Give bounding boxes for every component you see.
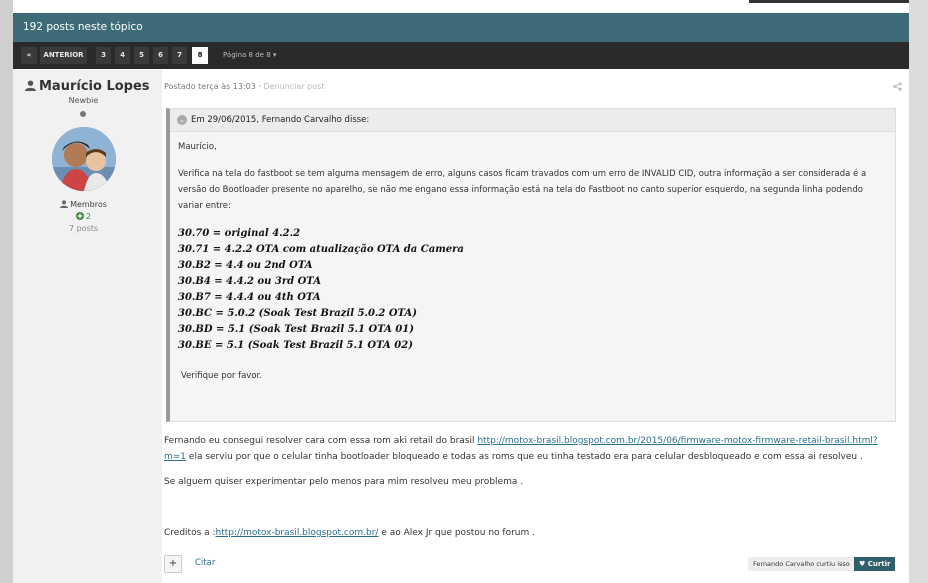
- quote-post-button[interactable]: Citar: [195, 558, 215, 568]
- post-meta: Postado terça às 13:03 · Denunciar post: [164, 82, 324, 91]
- first-page-button[interactable]: «: [21, 47, 37, 64]
- avatar[interactable]: [52, 127, 116, 191]
- version-line: 30.B2 = 4.4 ou 2nd OTA: [178, 260, 313, 271]
- quote-citation: Em 29/06/2015, Fernando Carvalho disse:: [191, 115, 370, 125]
- right-gutter: [909, 0, 928, 583]
- author-sidebar: Maurício Lopes Newbie Membros 2 7 posts: [13, 70, 162, 583]
- version-line: 30.B4 = 4.4.2 ou 3rd OTA: [178, 276, 321, 287]
- page-5-button[interactable]: 5: [134, 47, 149, 64]
- author-name[interactable]: Maurício Lopes: [25, 79, 150, 94]
- post-text: Fernando eu consegui resolver cara com e…: [164, 436, 478, 446]
- post-paragraph-2: Se alguem quiser experimentar pelo menos…: [164, 477, 524, 487]
- page-6-button[interactable]: 6: [153, 47, 168, 64]
- page-7-button[interactable]: 7: [172, 47, 187, 64]
- quote-closing: Verifique por favor.: [181, 371, 262, 381]
- offline-status-icon: [80, 111, 86, 117]
- post-paragraph-3: Creditos a :http://motox-brasil.blogspot…: [164, 525, 894, 541]
- version-line: 30.BC = 5.0.2 (Soak Test Brazil 5.0.2 OT…: [178, 308, 417, 319]
- reputation-badge: 2: [13, 212, 154, 221]
- version-line: 30.BD = 5.1 (Soak Test Brazil 5.1 OTA 01…: [178, 324, 414, 335]
- member-group-label: Membros: [70, 200, 107, 209]
- user-icon: [60, 200, 69, 208]
- like-button[interactable]: ♥ Curtir: [854, 557, 896, 571]
- pagination-bar: « ANTERIOR 3 4 5 6 7 8 Página 8 de 8 ▾: [13, 42, 909, 69]
- topic-posts-count: 192 posts neste tópico: [13, 13, 909, 42]
- report-post-link[interactable]: Denunciar post: [263, 82, 324, 91]
- page-4-button[interactable]: 4: [115, 47, 130, 64]
- page-jump-dropdown[interactable]: Página 8 de 8 ▾: [223, 47, 276, 64]
- top-nav-bar: [749, 0, 909, 3]
- post-text: ela serviu por que o celular tinha bootl…: [186, 452, 863, 462]
- avatar-photo: [52, 127, 116, 191]
- version-line: 30.70 = original 4.2.2: [178, 228, 301, 239]
- collapse-toggle-icon[interactable]: ⌄: [177, 114, 187, 125]
- version-line: 30.71 = 4.2.2 OTA com atualização OTA da…: [178, 244, 464, 255]
- credits-link[interactable]: http://motox-brasil.blogspot.com.br/: [216, 528, 379, 538]
- liked-by-text[interactable]: Fernando Carvalho curtiu isso: [748, 557, 855, 571]
- author-post-count: 7 posts: [68, 224, 99, 233]
- post-paragraph-1: Fernando eu consegui resolver cara com e…: [164, 433, 894, 465]
- page-8-button[interactable]: 8: [192, 47, 208, 64]
- reputation-count: 2: [85, 212, 92, 221]
- share-icon[interactable]: [893, 82, 902, 94]
- plus-circle-icon: [75, 212, 84, 220]
- topic-page: 192 posts neste tópico « ANTERIOR 3 4 5 …: [13, 0, 909, 583]
- member-group: Membros: [13, 200, 154, 209]
- author-rank: Newbie: [68, 96, 99, 105]
- user-icon: [25, 80, 36, 91]
- bootloader-version-list: 30.70 = original 4.2.2 30.71 = 4.2.2 OTA…: [178, 226, 890, 354]
- post-text: e ao Alex Jr que postou no forum .: [378, 528, 535, 538]
- quote-header: ⌄ Em 29/06/2015, Fernando Carvalho disse:: [170, 109, 895, 132]
- previous-page-button[interactable]: ANTERIOR: [40, 47, 87, 64]
- author-name-text: Maurício Lopes: [39, 79, 150, 94]
- multiquote-add-button[interactable]: +: [164, 555, 182, 573]
- post-date: Postado terça às 13:03: [164, 82, 256, 91]
- quote-paragraph: Verifica na tela do fastboot se tem algu…: [178, 169, 867, 211]
- page-3-button[interactable]: 3: [96, 47, 111, 64]
- quote-greeting: Maurício,: [178, 142, 217, 152]
- post-text: Creditos a :: [164, 528, 216, 538]
- version-line: 30.BE = 5.1 (Soak Test Brazil 5.1 OTA 02…: [178, 340, 413, 351]
- quote-block: ⌄ Em 29/06/2015, Fernando Carvalho disse:…: [166, 108, 896, 422]
- version-line: 30.B7 = 4.4.4 ou 4th OTA: [178, 292, 321, 303]
